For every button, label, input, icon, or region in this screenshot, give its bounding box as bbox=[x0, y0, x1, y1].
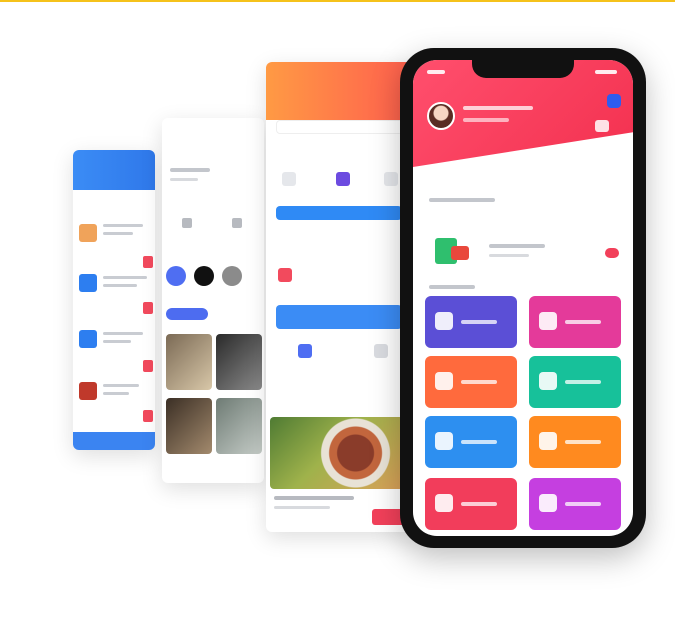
tile-label bbox=[461, 380, 497, 384]
tile-label bbox=[461, 320, 497, 324]
tile-label bbox=[565, 502, 601, 506]
photo-thumbnail[interactable] bbox=[166, 334, 212, 390]
tile-label bbox=[565, 380, 601, 384]
app-screen-food bbox=[266, 62, 412, 532]
story-avatar[interactable] bbox=[222, 266, 242, 286]
category-tile[interactable] bbox=[425, 478, 517, 530]
follow-button[interactable] bbox=[166, 308, 208, 320]
list-item[interactable] bbox=[79, 378, 153, 422]
document-icon bbox=[435, 494, 453, 512]
photo-thumbnail[interactable] bbox=[216, 398, 262, 454]
action-chip[interactable] bbox=[143, 410, 153, 422]
heart-icon[interactable] bbox=[278, 268, 292, 282]
message-icon[interactable] bbox=[595, 120, 609, 132]
food-header bbox=[266, 62, 412, 120]
story-avatar[interactable] bbox=[166, 266, 186, 286]
stat-icon bbox=[182, 218, 192, 228]
group-icon bbox=[539, 312, 557, 330]
photo-thumbnail[interactable] bbox=[166, 398, 212, 454]
tile-label bbox=[461, 440, 497, 444]
section-title bbox=[429, 285, 475, 289]
info-banner[interactable] bbox=[276, 305, 402, 329]
promo-button[interactable] bbox=[605, 248, 619, 258]
category-icon[interactable] bbox=[336, 172, 350, 186]
greeting-text bbox=[463, 106, 533, 110]
card-icon bbox=[374, 344, 388, 358]
category-icon[interactable] bbox=[384, 172, 398, 186]
story-avatar[interactable] bbox=[194, 266, 214, 286]
action-chip[interactable] bbox=[143, 256, 153, 268]
tile-label bbox=[461, 502, 497, 506]
gift-icon bbox=[539, 494, 557, 512]
action-chip[interactable] bbox=[143, 302, 153, 314]
calendar-icon bbox=[435, 432, 453, 450]
item-thumbnail bbox=[79, 382, 97, 400]
profile-icon bbox=[435, 312, 453, 330]
category-tile[interactable] bbox=[529, 296, 621, 348]
stat-icon bbox=[232, 218, 242, 228]
wallet-icon bbox=[298, 344, 312, 358]
tile-label bbox=[565, 320, 601, 324]
promo-card[interactable] bbox=[427, 228, 619, 274]
action-chip[interactable] bbox=[143, 360, 153, 372]
list-header bbox=[73, 150, 155, 190]
app-screen-gallery bbox=[162, 118, 264, 483]
app-screen-list bbox=[73, 150, 155, 450]
search-input[interactable] bbox=[276, 120, 404, 134]
home-icon bbox=[539, 432, 557, 450]
food-image[interactable] bbox=[270, 417, 408, 489]
greeting-subtext bbox=[463, 118, 509, 122]
avatar[interactable] bbox=[427, 102, 455, 130]
cart-icon bbox=[451, 246, 469, 260]
category-tile[interactable] bbox=[425, 356, 517, 408]
notification-icon[interactable] bbox=[607, 94, 621, 108]
list-item[interactable] bbox=[79, 268, 153, 314]
check-icon bbox=[79, 274, 97, 292]
top-accent-line bbox=[0, 0, 675, 2]
category-tile[interactable] bbox=[529, 416, 621, 468]
tool-icon bbox=[539, 372, 557, 390]
list-item[interactable] bbox=[79, 216, 153, 268]
category-tile[interactable] bbox=[529, 356, 621, 408]
check-icon bbox=[79, 330, 97, 348]
list-item[interactable] bbox=[79, 326, 153, 372]
phone-notch bbox=[472, 58, 574, 78]
phone-screen bbox=[413, 60, 633, 536]
list-footer-bar[interactable] bbox=[73, 432, 155, 450]
status-time bbox=[427, 70, 445, 74]
category-tile[interactable] bbox=[425, 296, 517, 348]
phone-frame bbox=[400, 48, 646, 548]
category-tile[interactable] bbox=[425, 416, 517, 468]
status-icons bbox=[595, 70, 617, 74]
tile-label bbox=[565, 440, 601, 444]
category-tile[interactable] bbox=[529, 478, 621, 530]
primary-button[interactable] bbox=[276, 206, 402, 220]
food-icon bbox=[435, 372, 453, 390]
photo-thumbnail[interactable] bbox=[216, 334, 262, 390]
item-thumbnail bbox=[79, 224, 97, 242]
section-title bbox=[429, 198, 495, 202]
category-icon[interactable] bbox=[282, 172, 296, 186]
